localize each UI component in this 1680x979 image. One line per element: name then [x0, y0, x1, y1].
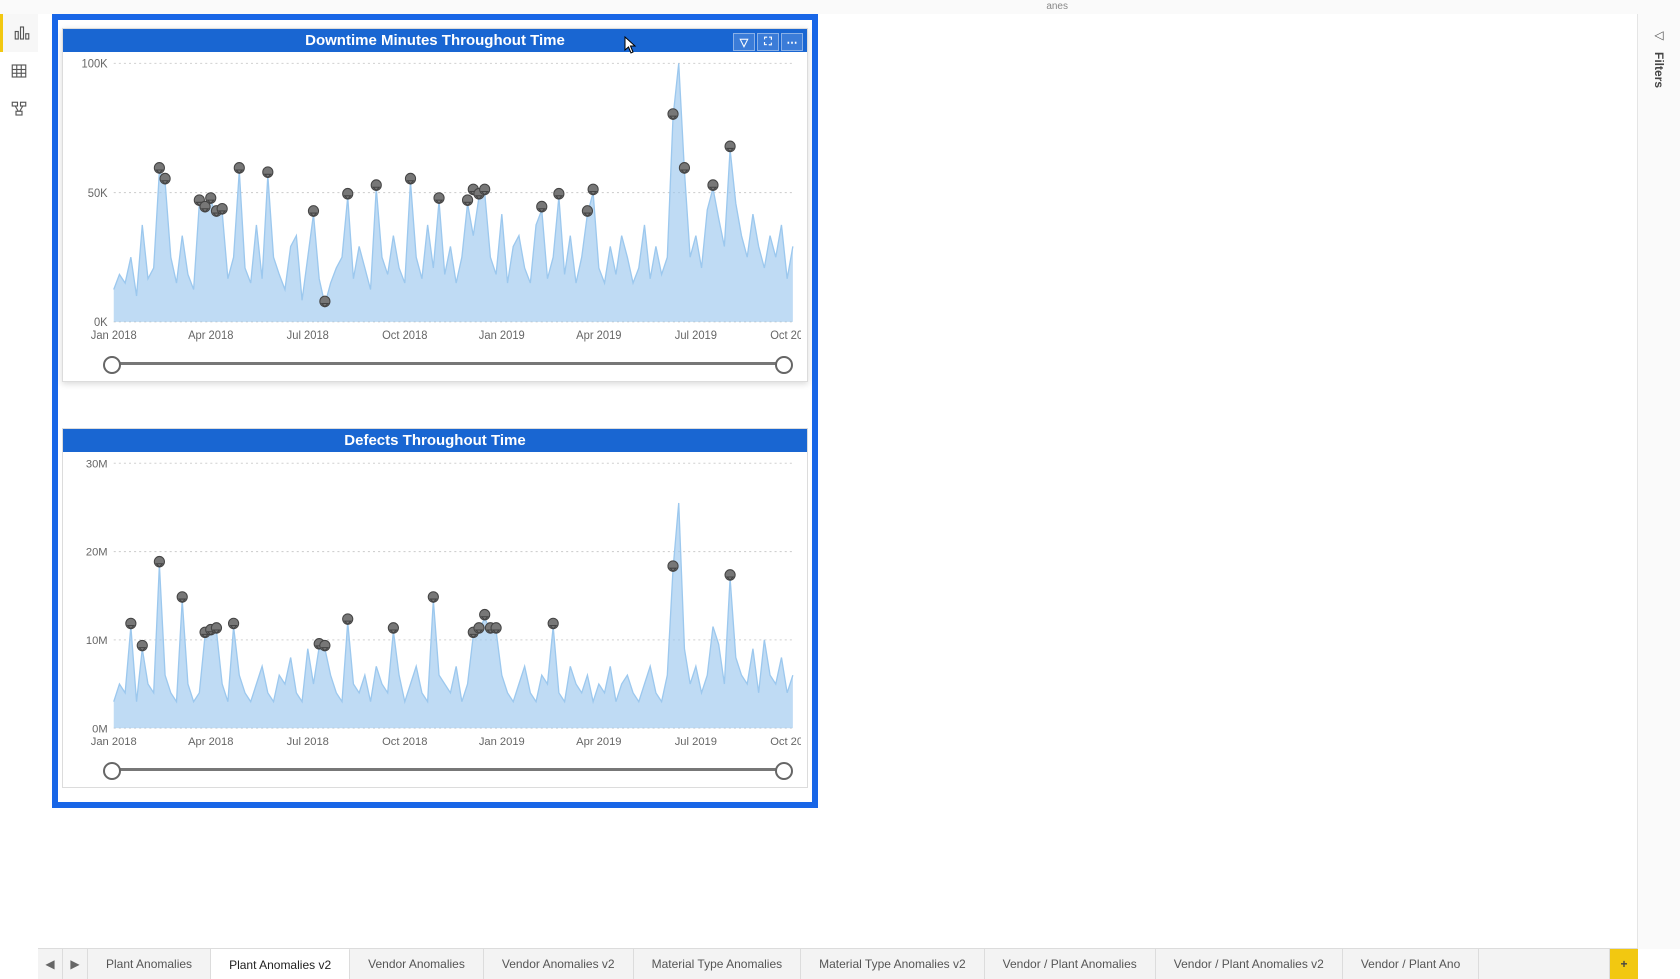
svg-text:100K: 100K — [82, 58, 108, 70]
model-view-button[interactable] — [0, 90, 38, 128]
ribbon-remainder: anes — [0, 0, 1680, 15]
svg-text:20M: 20M — [86, 547, 108, 559]
slider-handle-end[interactable] — [775, 356, 793, 374]
more-options-icon[interactable]: ⋯ — [781, 33, 803, 51]
filters-pane-collapsed[interactable]: ◁ Filters — [1637, 14, 1680, 949]
page-tab[interactable]: Vendor / Plant Ano — [1343, 949, 1479, 979]
page-tab[interactable]: Plant Anomalies — [88, 949, 211, 979]
svg-text:Oct 2019: Oct 2019 — [770, 330, 801, 342]
model-icon — [10, 100, 28, 118]
page-tabs: ◀ ▶ Plant AnomaliesPlant Anomalies v2Ven… — [38, 948, 1638, 979]
svg-text:Jul 2019: Jul 2019 — [675, 330, 717, 342]
page-tab[interactable]: Plant Anomalies v2 — [211, 948, 350, 979]
filters-label: Filters — [1652, 52, 1666, 88]
svg-text:Oct 2018: Oct 2018 — [382, 330, 427, 342]
bar-chart-icon — [13, 24, 31, 42]
report-view-button[interactable] — [0, 14, 41, 52]
svg-text:Jan 2018: Jan 2018 — [91, 736, 137, 748]
svg-text:Oct 2019: Oct 2019 — [770, 736, 801, 748]
svg-text:Apr 2018: Apr 2018 — [188, 736, 233, 748]
date-range-slider[interactable] — [109, 355, 787, 371]
defects-plot-area: 0M 10M 20M 30M Jan 2018 Apr 2018 Jul 2018 Oct 2… — [69, 457, 801, 749]
page-tab[interactable]: Vendor / Plant Anomalies — [985, 949, 1156, 979]
filter-icon[interactable]: ▽ — [733, 33, 755, 51]
chart-title-bar: Downtime Minutes Throughout Time ▽ ⛶ ⋯ — [63, 29, 807, 52]
slider-handle-end[interactable] — [775, 762, 793, 780]
focus-mode-icon[interactable]: ⛶ — [757, 33, 779, 51]
expand-filters-icon[interactable]: ◁ — [1654, 28, 1663, 42]
table-icon — [10, 62, 28, 80]
page-tab[interactable]: Vendor / Plant Anomalies v2 — [1156, 949, 1343, 979]
svg-text:Jul 2019: Jul 2019 — [675, 736, 717, 748]
chart-title: Defects Throughout Time — [344, 432, 525, 449]
tab-scroll-right[interactable]: ▶ — [63, 949, 88, 979]
defects-chart-visual[interactable]: Defects Throughout Time 0M 10M 20M 30M Jan 2… — [62, 428, 808, 788]
page-tab[interactable]: Material Type Anomalies — [634, 949, 802, 979]
chart-title-bar: Defects Throughout Time — [63, 429, 807, 452]
svg-text:0K: 0K — [94, 317, 108, 329]
tab-scroll-left[interactable]: ◀ — [38, 949, 63, 979]
svg-text:Oct 2018: Oct 2018 — [382, 736, 427, 748]
svg-text:50K: 50K — [88, 188, 108, 200]
add-page-button[interactable]: + — [1609, 949, 1638, 979]
svg-text:Jul 2018: Jul 2018 — [287, 330, 329, 342]
slider-track — [109, 768, 787, 771]
date-range-slider[interactable] — [109, 761, 787, 777]
report-canvas[interactable]: Downtime Minutes Throughout Time ▽ ⛶ ⋯ 0… — [38, 14, 1638, 949]
downtime-plot-area: 0K 50K 100K Jan 2018 Apr 2018 Jul 2018 Oct 201… — [69, 57, 801, 343]
svg-text:Apr 2019: Apr 2019 — [576, 330, 621, 342]
data-view-button[interactable] — [0, 52, 38, 90]
visual-header-tools: ▽ ⛶ ⋯ — [733, 33, 803, 51]
view-rail — [0, 14, 39, 949]
downtime-chart-visual[interactable]: Downtime Minutes Throughout Time ▽ ⛶ ⋯ 0… — [62, 28, 808, 382]
svg-text:0M: 0M — [92, 723, 108, 735]
svg-text:Jan 2019: Jan 2019 — [479, 736, 525, 748]
svg-text:10M: 10M — [86, 635, 108, 647]
slider-track — [109, 362, 787, 365]
chart-title: Downtime Minutes Throughout Time — [305, 32, 565, 49]
svg-text:Apr 2018: Apr 2018 — [188, 330, 233, 342]
svg-text:30M: 30M — [86, 458, 108, 470]
page-tab[interactable]: Material Type Anomalies v2 — [801, 949, 985, 979]
svg-text:Jan 2018: Jan 2018 — [91, 330, 137, 342]
visual-group-selection[interactable]: Downtime Minutes Throughout Time ▽ ⛶ ⋯ 0… — [52, 14, 818, 808]
slider-handle-start[interactable] — [103, 356, 121, 374]
slider-handle-start[interactable] — [103, 762, 121, 780]
svg-text:Apr 2019: Apr 2019 — [576, 736, 621, 748]
svg-text:Jul 2018: Jul 2018 — [287, 736, 329, 748]
page-tab[interactable]: Vendor Anomalies — [350, 949, 484, 979]
svg-text:Jan 2019: Jan 2019 — [479, 330, 525, 342]
page-tab[interactable]: Vendor Anomalies v2 — [484, 949, 634, 979]
